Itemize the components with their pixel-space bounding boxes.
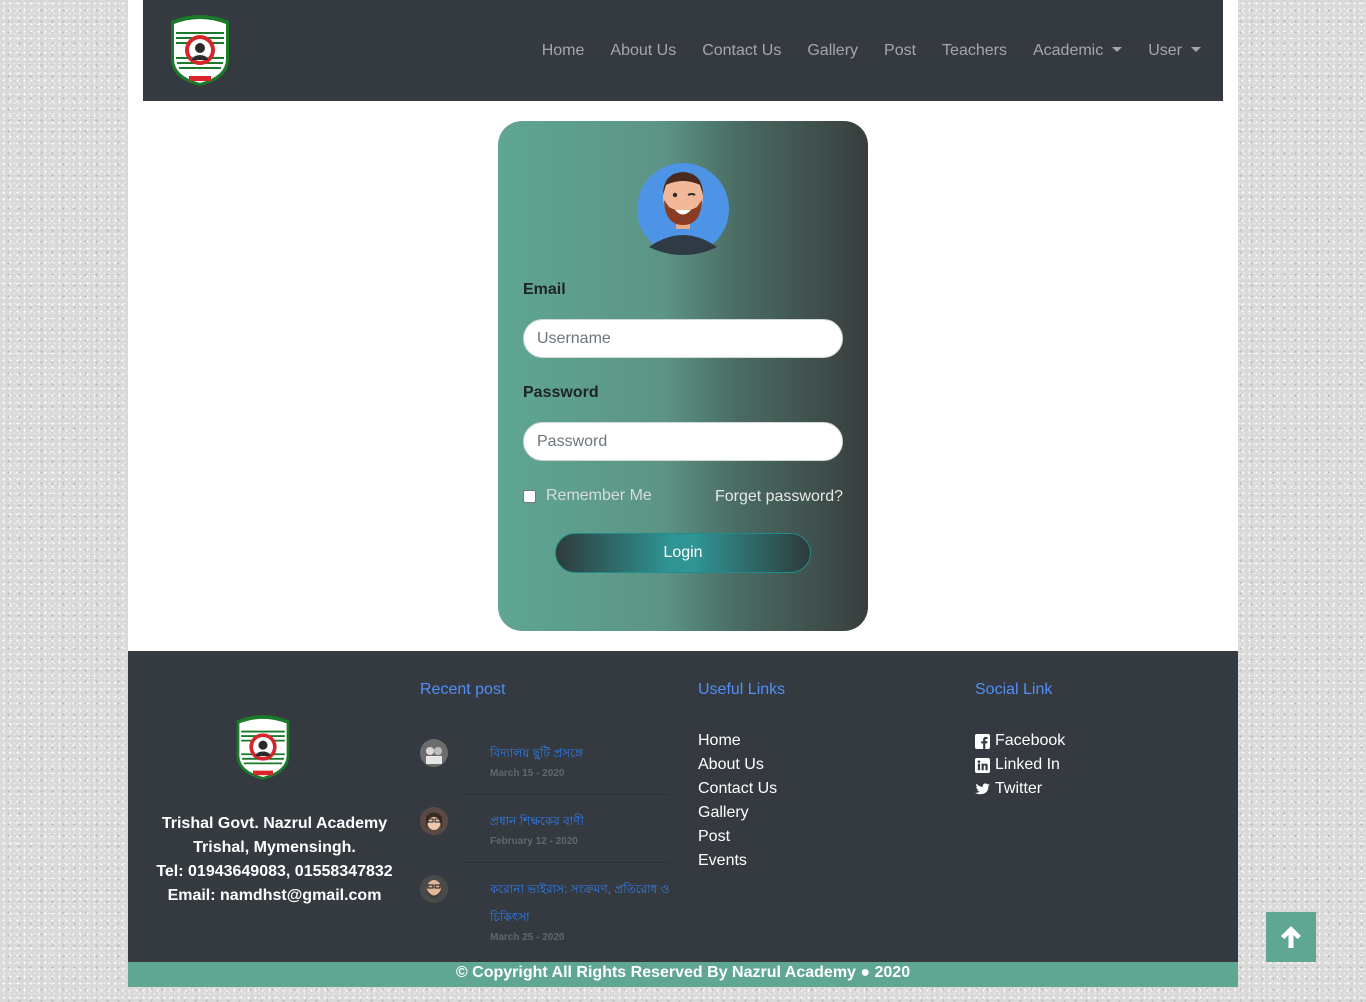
remember-me-label[interactable]: Remember Me	[546, 487, 652, 505]
nav-menu: Home About Us Contact Us Gallery Post Te…	[516, 0, 1201, 101]
nav-post[interactable]: Post	[884, 42, 916, 60]
facebook-icon	[975, 733, 990, 749]
post-thumbnail	[420, 875, 448, 903]
page-container: Home About Us Contact Us Gallery Post Te…	[128, 0, 1238, 987]
recent-post-heading: Recent post	[420, 681, 506, 698]
nav-home[interactable]: Home	[542, 42, 585, 60]
social-linkedin-label[interactable]: Linked In	[995, 753, 1060, 777]
post-divider	[460, 862, 670, 863]
remember-me: Remember Me	[523, 487, 652, 505]
scroll-to-top-button[interactable]	[1266, 912, 1316, 962]
nav-about-us[interactable]: About Us	[610, 42, 676, 60]
password-input[interactable]	[523, 422, 843, 461]
nav-contact-us[interactable]: Contact Us	[702, 42, 781, 60]
footer-crest-logo	[236, 715, 290, 780]
login-card: Email Password Remember Me Forget passwo…	[498, 121, 868, 631]
arrow-up-icon	[1281, 926, 1301, 948]
footer-link-post[interactable]: Post	[698, 825, 777, 849]
recent-post-item[interactable]: প্রধান শিক্ষকের বাণী February 12 - 2020	[420, 807, 670, 865]
social-facebook-label[interactable]: Facebook	[995, 729, 1065, 753]
social-link-heading: Social Link	[975, 681, 1053, 698]
user-avatar-icon	[637, 163, 729, 255]
post-date: March 25 - 2020	[490, 932, 565, 943]
social-linkedin[interactable]: Linked In	[975, 753, 1065, 777]
nav-academic-dropdown[interactable]: Academic	[1033, 42, 1122, 60]
address-line: Trishal, Mymensingh.	[193, 839, 356, 856]
forget-password-link[interactable]: Forget password?	[715, 488, 843, 506]
email-label: Email	[523, 281, 566, 298]
navbar: Home About Us Contact Us Gallery Post Te…	[143, 0, 1223, 101]
post-title[interactable]: করোনা ভাইরাস: সংক্রমণ, প্রতিরোধ ও চিকিৎস…	[490, 875, 670, 931]
social-twitter-label[interactable]: Twitter	[995, 777, 1042, 801]
footer-link-gallery[interactable]: Gallery	[698, 801, 777, 825]
post-divider	[460, 794, 670, 795]
email-input[interactable]	[523, 319, 843, 358]
post-title[interactable]: বিদ্যালয় ছুটি প্রসঙ্গে	[490, 739, 670, 767]
copyright-bar: © Copyright All Rights Reserved By Nazru…	[128, 962, 1238, 987]
post-thumbnail	[420, 739, 448, 767]
footer-link-about-us[interactable]: About Us	[698, 753, 777, 777]
recent-post-item[interactable]: করোনা ভাইরাস: সংক্রমণ, প্রতিরোধ ও চিকিৎস…	[420, 875, 670, 947]
remember-me-checkbox[interactable]	[523, 489, 536, 503]
school-crest-logo[interactable]	[167, 13, 233, 87]
useful-links-list: Home About Us Contact Us Gallery Post Ev…	[698, 729, 777, 873]
post-date: February 12 - 2020	[490, 836, 578, 847]
footer-link-events[interactable]: Events	[698, 849, 777, 873]
social-twitter[interactable]: Twitter	[975, 777, 1065, 801]
social-facebook[interactable]: Facebook	[975, 729, 1065, 753]
footer-link-home[interactable]: Home	[698, 729, 777, 753]
footer-address: Trishal Govt. Nazrul Academy Trishal, My…	[128, 812, 421, 908]
twitter-icon	[975, 783, 990, 794]
address-phone: Tel: 01943649083, 01558347832	[156, 863, 393, 880]
post-title[interactable]: প্রধান শিক্ষকের বাণী	[490, 807, 670, 835]
nav-gallery[interactable]: Gallery	[807, 42, 858, 60]
linkedin-icon	[975, 757, 990, 773]
login-button[interactable]: Login	[555, 533, 811, 573]
post-date: March 15 - 2020	[490, 768, 565, 779]
recent-post-item[interactable]: বিদ্যালয় ছুটি প্রসঙ্গে March 15 - 2020	[420, 739, 670, 797]
footer-link-contact-us[interactable]: Contact Us	[698, 777, 777, 801]
useful-links-heading: Useful Links	[698, 681, 786, 698]
nav-user-dropdown[interactable]: User	[1148, 42, 1201, 60]
post-thumbnail	[420, 807, 448, 835]
password-label: Password	[523, 384, 599, 401]
nav-teachers[interactable]: Teachers	[942, 42, 1007, 60]
address-email: Email: namdhst@gmail.com	[167, 887, 382, 904]
footer: Trishal Govt. Nazrul Academy Trishal, My…	[128, 651, 1238, 962]
address-line: Trishal Govt. Nazrul Academy	[161, 815, 388, 832]
social-links-list: Facebook Linked In Twitter	[975, 729, 1065, 801]
